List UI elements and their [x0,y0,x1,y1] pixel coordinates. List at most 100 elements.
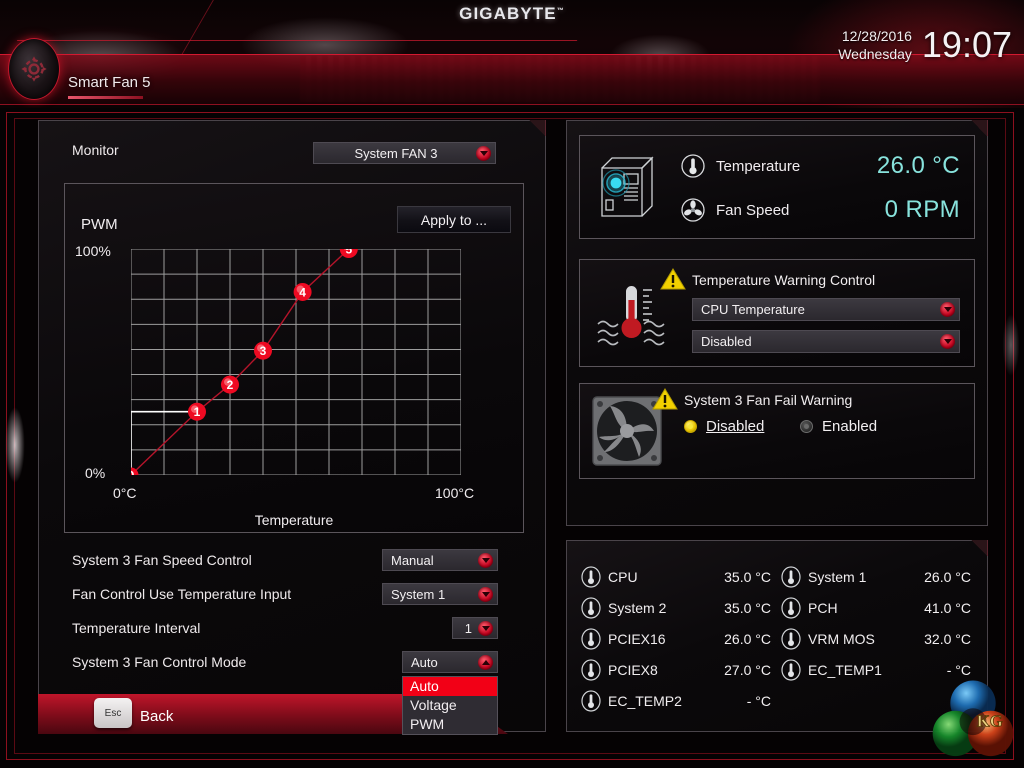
fan-fail-option-disabled[interactable]: Disabled [684,418,764,435]
kitguru-logo-text: KG [977,712,1003,731]
back-button[interactable]: Back [140,708,173,725]
warning-triangle-icon [652,388,678,410]
sensor-name: PCIEX16 [608,630,666,647]
gigabyte-logo-text: GIGABYTE [459,4,557,23]
temperature-warning-title: Temperature Warning Control [692,272,876,288]
sensor-row: PCH 41.0 °C [781,592,971,623]
temperature-interval-value: 1 [464,620,472,636]
svg-text:0: 0 [131,468,135,475]
chart-svg: 0 1 2 3 4 5 [131,249,461,475]
chart-x-tick-max: 100°C [435,485,475,501]
thermometer-icon [581,689,601,712]
thermometer-icon [781,596,801,619]
row-label-temp-interval: Temperature Interval [72,620,201,636]
chevron-down-icon [478,552,493,568]
sensor-name: EC_TEMP1 [808,661,882,678]
fan-fail-enabled-label: Enabled [822,418,878,435]
temperature-warning-source-select[interactable]: CPU Temperature [692,298,960,321]
sensor-row: System 2 35.0 °C [581,592,771,623]
temperature-warning-state-select[interactable]: Disabled [692,330,960,353]
fan-curve-chart[interactable]: Apply to ... PWM 100% 0% 0°C 100°C Tempe… [64,183,524,533]
sensor-value: 26.0 °C [924,568,971,585]
monitor-label: Monitor [72,142,119,158]
temperature-input-value: System 1 [391,586,446,602]
radio-enabled-icon [800,420,813,433]
esc-key-icon[interactable]: Esc [94,698,132,728]
chart-x-tick-min: 0°C [113,485,137,501]
chart-plot-area[interactable]: 0 1 2 3 4 5 [131,249,461,475]
svg-text:3: 3 [260,344,267,358]
temperature-value: 26.0 °C [876,152,960,179]
fan-speed-control-value: Manual [391,552,434,568]
chart-y-axis-title: PWM [81,216,118,233]
thermometer-icon [781,627,801,650]
svg-text:2: 2 [227,378,234,392]
fan-control-mode-select[interactable]: Auto [402,651,498,673]
svg-text:1: 1 [194,405,201,419]
fan-control-mode-dropdown[interactable]: Auto Voltage PWM [402,676,498,735]
chevron-down-icon [478,620,493,636]
sensor-row: VRM MOS 32.0 °C [781,623,971,654]
fan-fail-warning-box: System 3 Fan Fail Warning Disabled Enabl… [579,383,975,479]
thermometer-icon [581,627,601,650]
monitor-select-value: System FAN 3 [354,145,438,161]
sensor-value: - °C [746,692,771,709]
chevron-down-icon [940,302,955,317]
apply-to-button[interactable]: Apply to ... [397,206,511,233]
fan-speed-status-row: Fan Speed 0 RPM [680,196,960,224]
sensor-value: 35.0 °C [724,599,771,616]
pc-case-icon [601,156,654,217]
gear-badge[interactable] [8,38,60,100]
sensor-row: System 1 26.0 °C [781,561,971,592]
thermometer-icon [581,596,601,619]
thermometer-icon [681,154,705,178]
fan-speed-control-select[interactable]: Manual [382,549,498,571]
sensor-name: VRM MOS [808,630,875,647]
temperature-interval-select[interactable]: 1 [452,617,498,639]
sensor-row: PCIEX16 26.0 °C [581,623,771,654]
temperature-label: Temperature [716,157,801,175]
dropdown-option-pwm[interactable]: PWM [403,715,497,734]
sensor-name: PCH [808,599,838,616]
dropdown-option-auto[interactable]: Auto [403,677,497,696]
thermometer-icon [781,565,801,588]
temperature-warning-source-value: CPU Temperature [701,302,805,317]
sensor-row: CPU 35.0 °C [581,561,771,592]
weekday-text: Wednesday [838,46,912,62]
trademark-mark: ™ [556,7,565,15]
monitor-status-panel: Temperature 26.0 °C Fan Speed 0 RPM Temp… [566,120,988,526]
dropdown-option-voltage[interactable]: Voltage [403,696,497,715]
warning-triangle-icon [660,268,686,290]
row-label-fan-speed-control: System 3 Fan Speed Control [72,552,252,568]
sensor-value: 26.0 °C [724,630,771,647]
chevron-down-icon [476,145,491,161]
temperature-input-select[interactable]: System 1 [382,583,498,605]
date-block: 12/28/2016 Wednesday [838,27,912,63]
fan-speed-value: 0 RPM [884,196,960,223]
sensor-value: 32.0 °C [924,630,971,647]
fan-fail-option-enabled[interactable]: Enabled [800,418,877,435]
sensor-name: System 1 [808,568,867,585]
gear-icon [21,56,47,82]
chart-y-tick-max: 100% [75,243,111,259]
fan-speed-label: Fan Speed [716,201,790,219]
chart-x-axis-title: Temperature [254,512,334,528]
header-bar: GIGABYTE™ Smart Fan 5 12/28/2016 Wednesd… [0,0,1024,108]
fan-fail-disabled-label: Disabled [706,418,765,435]
fan-control-mode-value: Auto [411,654,438,670]
chart-y-tick-min: 0% [85,465,106,481]
sensor-name: CPU [608,568,638,585]
fan-icon [681,198,705,222]
sensor-name: PCIEX8 [608,661,658,678]
svg-text:5: 5 [345,249,352,256]
sensor-value: 27.0 °C [724,661,771,678]
sensor-column-right: System 1 26.0 °C PCH 41.0 °C VRM MOS 32.0 °C E… [781,561,971,685]
monitor-select[interactable]: System FAN 3 [313,142,496,164]
time-text: 19:07 [921,24,1012,65]
page-title: Smart Fan 5 [68,74,151,91]
status-box: Temperature 26.0 °C Fan Speed 0 RPM [579,135,975,239]
thermometer-icon [781,658,801,681]
gigabyte-logo: GIGABYTE™ [0,4,1024,24]
thermometer-icon [581,658,601,681]
sensor-column-left: CPU 35.0 °C System 2 35.0 °C PCIEX16 26.0 °C P… [581,561,771,716]
